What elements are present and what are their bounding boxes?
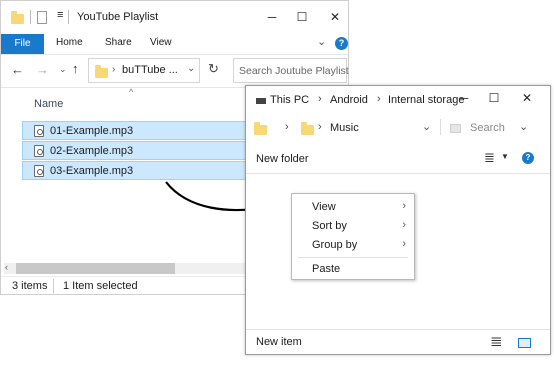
menu-item-paste[interactable]: Paste xyxy=(312,263,340,275)
submenu-arrow-icon: › xyxy=(402,219,406,231)
title-bar: ≡ YouTube Playlist ─ ☐ ✕ xyxy=(1,1,348,34)
breadcrumb-android[interactable]: Android xyxy=(330,94,368,106)
menu-item-sort-by[interactable]: Sort by xyxy=(312,220,347,232)
new-folder-button[interactable]: New folder xyxy=(256,153,309,165)
ribbon-tab-home[interactable]: Home xyxy=(56,37,83,48)
folder-icon xyxy=(95,65,108,78)
music-folder-icon xyxy=(301,122,314,135)
file-name: 01-Example.mp3 xyxy=(50,125,134,137)
large-icons-view-icon[interactable] xyxy=(518,338,531,348)
folder-icon xyxy=(254,122,267,135)
mp3-file-icon xyxy=(34,165,44,177)
file-name: 02-Example.mp3 xyxy=(50,145,134,157)
nav-separator xyxy=(440,119,441,135)
scroll-left-icon[interactable]: ‹ xyxy=(5,262,8,272)
forward-arrow-icon[interactable]: → xyxy=(36,62,49,77)
breadcrumb-chevron-icon: › xyxy=(285,121,289,133)
view-options-icon[interactable]: ≣ xyxy=(484,150,495,166)
maximize-button[interactable]: ☐ xyxy=(294,10,310,24)
breadcrumb-chevron-icon: › xyxy=(112,64,116,75)
breadcrumb-chevron-icon: › xyxy=(318,121,322,133)
back-arrow-icon[interactable]: ← xyxy=(11,62,24,77)
view-dropdown-icon[interactable]: ▼ xyxy=(501,152,509,161)
file-name: 03-Example.mp3 xyxy=(50,165,134,177)
refresh-icon[interactable]: ↻ xyxy=(208,61,219,77)
ribbon-tab-file[interactable]: File xyxy=(1,34,44,54)
menu-item-group-by[interactable]: Group by xyxy=(312,239,357,251)
quick-access-dropdown-icon[interactable]: ≡ xyxy=(57,9,63,21)
title-bar: This PC › Android › Internal storage ─ ☐… xyxy=(246,86,550,114)
folder-icon xyxy=(11,11,24,24)
properties-icon[interactable] xyxy=(37,11,47,24)
breadcrumb-chevron-icon: › xyxy=(377,93,381,105)
chevron-down-icon[interactable]: ⌄ xyxy=(317,35,326,48)
maximize-button[interactable]: ☐ xyxy=(486,91,502,105)
command-bar: New folder ≣ ▼ ? xyxy=(246,146,550,174)
recent-locations-chevron-icon[interactable]: ⌄ xyxy=(59,64,67,75)
minimize-button[interactable]: ─ xyxy=(264,10,280,24)
new-item-button[interactable]: New item xyxy=(256,336,302,348)
address-dropdown-icon[interactable]: ⌄ xyxy=(422,120,431,133)
details-view-icon[interactable]: ≣ xyxy=(490,332,503,350)
search-dropdown-icon[interactable]: ⌄ xyxy=(519,120,528,133)
window-title: YouTube Playlist xyxy=(77,11,159,23)
ribbon-tab-view[interactable]: View xyxy=(150,37,172,48)
menu-item-view[interactable]: View xyxy=(312,201,336,213)
up-arrow-icon[interactable]: ↑ xyxy=(72,61,79,76)
navigation-bar: › › Music ⌄ Search ⌄ xyxy=(246,114,550,141)
breadcrumb-this-pc[interactable]: This PC xyxy=(270,94,309,106)
help-icon[interactable]: ? xyxy=(335,37,348,50)
title-separator xyxy=(68,10,69,24)
context-menu: View › Sort by › Group by › Paste xyxy=(291,193,415,280)
search-placeholder: Search Joutube Playlist xyxy=(239,65,349,77)
column-header-name[interactable]: Name xyxy=(34,98,63,110)
selected-count: 1 Item selected xyxy=(63,280,138,292)
scrollbar-thumb[interactable] xyxy=(16,263,175,274)
address-path: buTTube ... xyxy=(122,64,178,76)
address-dropdown-icon[interactable]: ⌄ xyxy=(187,63,195,74)
help-icon[interactable]: ? xyxy=(522,152,534,164)
close-button[interactable]: ✕ xyxy=(327,10,343,24)
address-bar[interactable]: › buTTube ... ⌄ xyxy=(88,58,200,83)
ribbon: File Home Share View ⌄ ? xyxy=(1,34,348,55)
minimize-button[interactable]: ─ xyxy=(456,91,472,105)
search-input[interactable]: Search xyxy=(470,122,505,134)
search-box-icon xyxy=(450,124,461,133)
ribbon-tab-share[interactable]: Share xyxy=(105,37,132,48)
title-separator xyxy=(30,10,31,24)
breadcrumb-internal-storage[interactable]: Internal storage xyxy=(388,94,464,106)
item-count: 3 items xyxy=(12,280,48,292)
menu-separator xyxy=(298,257,408,258)
search-input[interactable]: Search Joutube Playlist xyxy=(233,58,349,83)
close-button[interactable]: ✕ xyxy=(519,91,535,105)
pc-icon xyxy=(256,98,266,104)
mp3-file-icon xyxy=(34,145,44,157)
bottom-bar: New item ≣ xyxy=(246,329,550,355)
current-folder[interactable]: Music xyxy=(330,122,359,134)
navigation-bar: ← → ⌄ ↑ › buTTube ... ⌄ ↻ Search Joutube… xyxy=(1,55,349,88)
submenu-arrow-icon: › xyxy=(402,238,406,250)
sort-ascending-icon: ^ xyxy=(129,87,134,97)
submenu-arrow-icon: › xyxy=(402,200,406,212)
breadcrumb-chevron-icon: › xyxy=(318,93,322,105)
mp3-file-icon xyxy=(34,125,44,137)
status-separator xyxy=(53,279,54,293)
